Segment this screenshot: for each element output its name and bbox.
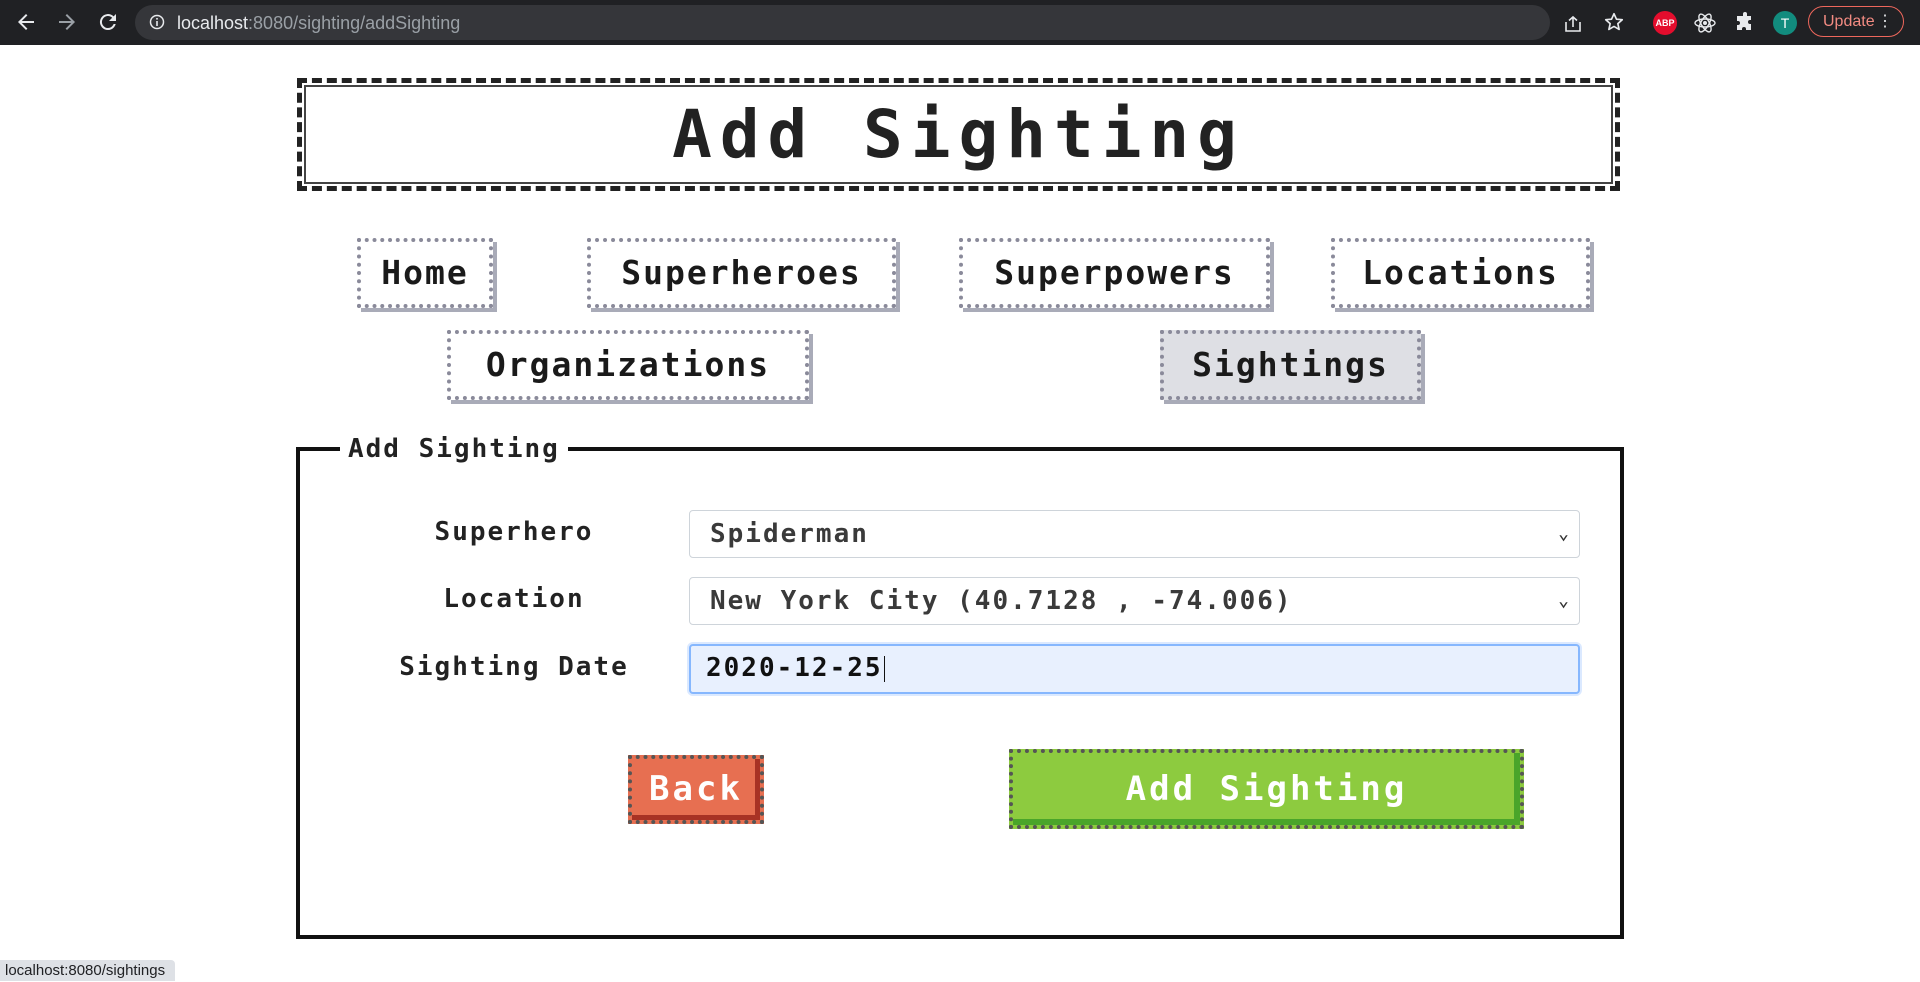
- browser-toolbar: localhost:8080/sighting/addSighting ABP …: [0, 0, 1920, 45]
- nav-superheroes[interactable]: Superheroes: [587, 238, 896, 308]
- share-icon[interactable]: [1563, 14, 1583, 39]
- avatar-letter: T: [1780, 15, 1790, 31]
- nav-superpowers[interactable]: Superpowers: [959, 238, 1270, 308]
- nav-organizations[interactable]: Organizations: [447, 330, 809, 400]
- address-bar[interactable]: localhost:8080/sighting/addSighting: [135, 5, 1581, 40]
- location-value: New York City (40.7128 , -74.006): [710, 586, 1293, 616]
- forward-arrow-icon[interactable]: [55, 10, 79, 34]
- add-sighting-button[interactable]: Add Sighting: [1009, 749, 1524, 829]
- nav-sightings[interactable]: Sightings: [1160, 330, 1421, 400]
- superhero-label: Superhero: [434, 517, 594, 547]
- text-caret: [883, 655, 885, 682]
- superhero-select[interactable]: Spiderman ⌄: [689, 510, 1580, 558]
- location-label: Location: [443, 584, 585, 614]
- profile-avatar[interactable]: T: [1773, 11, 1797, 35]
- superhero-value: Spiderman: [710, 519, 869, 549]
- url-host: localhost: [177, 13, 249, 33]
- back-arrow-icon[interactable]: [14, 10, 38, 34]
- location-select[interactable]: New York City (40.7128 , -74.006) ⌄: [689, 577, 1580, 625]
- sighting-date-input[interactable]: 2020-12-25: [689, 644, 1580, 694]
- back-button[interactable]: Back: [628, 755, 764, 824]
- menu-dots-icon[interactable]: ⋮: [1877, 7, 1893, 36]
- nav-home[interactable]: Home: [357, 238, 493, 308]
- page-title: Add Sighting: [672, 96, 1245, 173]
- star-icon[interactable]: [1603, 11, 1625, 33]
- url-path: :8080/sighting/addSighting: [248, 13, 461, 33]
- adblock-icon[interactable]: ABP: [1653, 11, 1677, 35]
- status-bar-url: localhost:8080/sightings: [0, 960, 176, 981]
- update-label: Update: [1823, 13, 1875, 30]
- info-icon[interactable]: [149, 14, 165, 30]
- nav-locations[interactable]: Locations: [1331, 238, 1590, 308]
- adblock-label: ABP: [1655, 18, 1675, 28]
- react-devtools-icon[interactable]: [1693, 11, 1717, 35]
- url-text: localhost:8080/sighting/addSighting: [177, 13, 460, 34]
- page-title-box: Add Sighting: [297, 78, 1620, 191]
- sighting-date-label: Sighting Date: [399, 652, 629, 682]
- chevron-down-icon: ⌄: [1558, 523, 1569, 544]
- reload-icon[interactable]: [96, 10, 120, 34]
- sighting-date-value: 2020-12-25: [706, 653, 883, 683]
- chevron-down-icon: ⌄: [1558, 590, 1569, 611]
- puzzle-icon[interactable]: [1733, 11, 1757, 35]
- update-button[interactable]: Update ⋮: [1808, 6, 1904, 37]
- form-legend: Add Sighting: [348, 434, 560, 464]
